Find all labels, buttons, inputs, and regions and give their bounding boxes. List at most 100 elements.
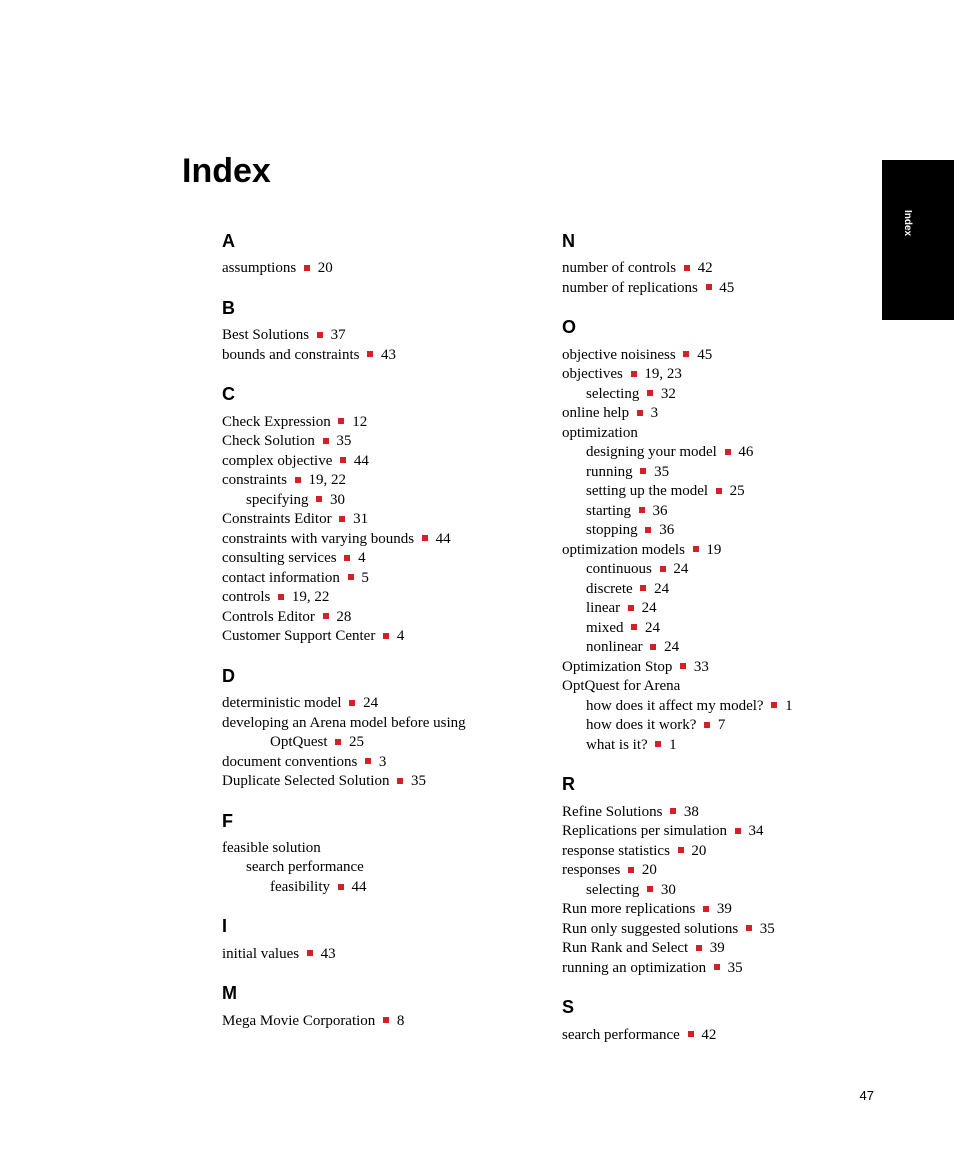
bullet-icon [703,906,709,912]
index-entry-term: contact information [222,570,340,586]
index-entry-term: designing your model [586,444,717,460]
bullet-icon [706,284,712,290]
index-entry-pages: 39 [717,901,732,917]
index-entry: designing your model 46 [562,443,862,463]
index-entry: response statistics 20 [562,842,862,862]
index-entry-pages: 12 [352,414,367,430]
index-entry-pages: 33 [694,659,709,675]
index-entry: document conventions 3 [222,753,522,773]
index-entry: optimization models 19 [562,541,862,561]
index-entry-pages: 44 [352,879,367,895]
index-entry-pages: 20 [642,862,657,878]
bullet-icon [295,477,301,483]
index-entry-term: Run only suggested solutions [562,921,738,937]
index-section-letter: B [222,297,522,320]
index-entry-term: bounds and constraints [222,347,359,363]
index-entry: bounds and constraints 43 [222,346,522,366]
bullet-icon [637,410,643,416]
index-entry-term: selecting [586,882,639,898]
index-entry-term: nonlinear [586,639,643,655]
bullet-icon [383,633,389,639]
bullet-icon [704,722,710,728]
index-entry: Controls Editor 28 [222,608,522,628]
index-entry-pages: 1 [785,698,793,714]
index-entry: feasible solution [222,839,522,859]
index-entry-term: document conventions [222,754,357,770]
index-entry-term: online help [562,405,629,421]
index-entry-term: mixed [586,620,624,636]
index-entry-term: optimization [562,425,638,441]
index-entry: OptQuest for Arena [562,677,862,697]
index-entry: complex objective 44 [222,452,522,472]
index-entry-term: controls [222,589,270,605]
index-entry: search performance 42 [562,1026,862,1046]
index-entry-pages: 24 [645,620,660,636]
index-entry: Constraints Editor 31 [222,510,522,530]
index-entry: Run more replications 39 [562,900,862,920]
index-entry-pages: 38 [684,804,699,820]
index-entry-pages: 34 [748,823,763,839]
bullet-icon [688,1031,694,1037]
index-section-letter: C [222,383,522,406]
index-entry-pages: 31 [353,511,368,527]
index-entry: constraints with varying bounds 44 [222,530,522,550]
index-entry-pages: 35 [336,433,351,449]
index-entry-term: consulting services [222,550,337,566]
index-entry-term: Customer Support Center [222,628,375,644]
index-entry-term: starting [586,503,631,519]
index-entry-term: search performance [562,1027,680,1043]
index-entry-pages: 20 [691,843,706,859]
index-entry: Best Solutions 37 [222,326,522,346]
index-entry-term: developing an Arena model before using [222,715,466,731]
index-entry: constraints 19, 22 [222,471,522,491]
index-entry-pages: 1 [669,737,677,753]
index-entry-term: Constraints Editor [222,511,332,527]
index-entry: objective noisiness 45 [562,346,862,366]
bullet-icon [670,808,676,814]
index-entry-term: search performance [246,859,364,875]
index-entry-pages: 24 [363,695,378,711]
index-entry: Check Solution 35 [222,432,522,452]
index-entry-term: response statistics [562,843,670,859]
index-section-letter: O [562,316,862,339]
index-entry-term: constraints with varying bounds [222,531,414,547]
index-entry-pages: 32 [661,386,676,402]
index-entry-pages: 24 [673,561,688,577]
index-entry-pages: 19 [706,542,721,558]
index-columns: Aassumptions 20BBest Solutions 37bounds … [222,230,862,1045]
index-section-letter: A [222,230,522,253]
bullet-icon [660,566,666,572]
bullet-icon [650,644,656,650]
index-entry-pages: 7 [718,717,726,733]
index-entry-term: Optimization Stop [562,659,672,675]
index-entry-term: complex objective [222,453,332,469]
index-entry-pages: 3 [379,754,387,770]
bullet-icon [278,594,284,600]
index-entry: Mega Movie Corporation 8 [222,1012,522,1032]
index-entry-pages: 43 [321,946,336,962]
bullet-icon [696,945,702,951]
index-section-letter: M [222,982,522,1005]
index-entry-term: optimization models [562,542,685,558]
index-entry: discrete 24 [562,580,862,600]
bullet-icon [631,624,637,630]
index-entry-term: Best Solutions [222,327,309,343]
index-entry: OptQuest 25 [222,733,522,753]
thumb-tab-label: Index [902,210,913,236]
bullet-icon [367,351,373,357]
index-entry: number of controls 42 [562,259,862,279]
index-entry: optimization [562,424,862,444]
index-entry-pages: 36 [659,522,674,538]
index-entry: starting 36 [562,502,862,522]
index-entry: running 35 [562,463,862,483]
bullet-icon [714,964,720,970]
index-entry-term: selecting [586,386,639,402]
bullet-icon [316,496,322,502]
index-entry-term: deterministic model [222,695,342,711]
index-entry-pages: 37 [331,327,346,343]
index-entry-term: responses [562,862,620,878]
index-entry-term: number of replications [562,280,698,296]
page-number: 47 [860,1088,874,1103]
index-entry-pages: 39 [710,940,725,956]
bullet-icon [680,663,686,669]
